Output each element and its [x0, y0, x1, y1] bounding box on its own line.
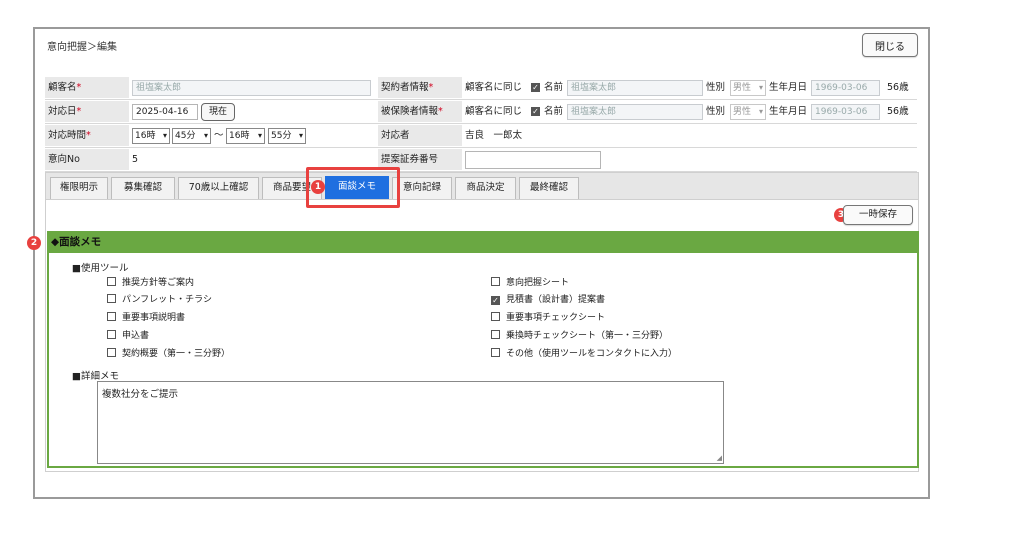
insured-name-input[interactable]: 祖塩案太郎 — [567, 104, 703, 120]
insured-birthdate-label: 生年月日 — [769, 106, 808, 117]
resize-handle-icon[interactable]: ◢ — [717, 454, 722, 462]
contractor-gender-label: 性別 — [706, 82, 726, 93]
tool-option[interactable]: 契約概要（第一・三分野） — [107, 348, 230, 360]
contractor-gender-select[interactable]: 男性 ▾ — [730, 80, 766, 96]
insured-label: 被保険者情報* — [378, 101, 462, 122]
contractor-same-checkbox[interactable]: ✓ — [531, 83, 540, 92]
tool-option[interactable]: 重要事項説明書 — [107, 312, 185, 324]
form-row-1: 顧客名* 祖塩案太郎 契約者情報* 顧客名に同じ ✓ 名前 祖塩案太郎 性別 男… — [45, 77, 917, 100]
insured-gender-label: 性別 — [706, 106, 726, 117]
end-hour-select[interactable]: 16時 ▾ — [226, 128, 265, 144]
contact-date-label: 対応日* — [45, 101, 129, 122]
checkbox[interactable] — [107, 277, 116, 286]
start-minute-select[interactable]: 45分 ▾ — [172, 128, 211, 144]
tool-option[interactable]: 推奨方針等ご案内 — [107, 277, 194, 289]
checkbox[interactable] — [491, 312, 500, 321]
chevron-down-icon: ▾ — [203, 131, 208, 140]
chevron-down-icon: ▾ — [758, 107, 763, 116]
chevron-down-icon: ▾ — [257, 131, 262, 140]
tab-strip: 権限明示 募集確認 70歳以上確認 商品要望 面談メモ 意向記録 商品決定 最終… — [46, 173, 918, 200]
insured-same-label: 顧客名に同じ — [465, 106, 523, 117]
checkbox[interactable] — [107, 312, 116, 321]
customer-name-label: 顧客名* — [45, 77, 129, 98]
checkbox[interactable] — [491, 348, 500, 357]
tab-product-decision[interactable]: 商品決定 — [455, 177, 516, 199]
breadcrumb: 意向把握＞編集 — [47, 42, 117, 53]
tab-authority[interactable]: 権限明示 — [50, 177, 108, 199]
tool-option[interactable]: その他（使用ツールをコンタクトに入力） — [491, 348, 677, 360]
checkbox-checked[interactable]: ✓ — [491, 296, 500, 305]
insured-birthdate-input[interactable]: 1969-03-06 — [811, 104, 880, 120]
tool-option[interactable]: ✓ 見積書（設計書）提案書 — [491, 294, 605, 306]
tab-intent-record[interactable]: 意向記録 — [392, 177, 452, 199]
chevron-down-icon: ▾ — [162, 131, 167, 140]
contractor-name-input[interactable]: 祖塩案太郎 — [567, 80, 703, 96]
chevron-down-icon: ▾ — [758, 83, 763, 92]
insured-gender-select[interactable]: 男性 ▾ — [730, 104, 766, 120]
intent-no-value: 5 — [132, 154, 139, 165]
contact-time-label: 対応時間* — [45, 125, 129, 146]
form-row-4: 意向No 5 提案証券番号 — [45, 149, 917, 172]
temp-save-button[interactable]: 一時保存 — [843, 205, 913, 225]
proposal-no-input[interactable] — [465, 151, 601, 169]
memo-heading: ■詳細メモ — [72, 371, 119, 382]
tool-option[interactable]: パンフレット・チラシ — [107, 294, 212, 306]
contractor-birthdate-label: 生年月日 — [769, 82, 808, 93]
header-form: 顧客名* 祖塩案太郎 契約者情報* 顧客名に同じ ✓ 名前 祖塩案太郎 性別 男… — [45, 77, 919, 172]
insured-age: 56歳 — [887, 106, 909, 117]
section-title: ◆面談メモ — [47, 231, 919, 253]
tool-option[interactable]: 重要事項チェックシート — [491, 312, 605, 324]
chevron-down-icon: ▾ — [298, 131, 303, 140]
tool-option[interactable]: 申込書 — [107, 330, 149, 342]
contractor-age: 56歳 — [887, 82, 909, 93]
form-row-2: 対応日* 2025-04-16 現在 被保険者情報* 顧客名に同じ ✓ 名前 祖… — [45, 101, 917, 124]
contact-date-input[interactable]: 2025-04-16 — [132, 104, 198, 120]
tools-heading: ■使用ツール — [72, 263, 129, 274]
annotation-badge-1: 1 — [311, 180, 325, 194]
handler-label: 対応者 — [378, 125, 462, 146]
customer-name-input[interactable]: 祖塩案太郎 — [132, 80, 371, 96]
checkbox[interactable] — [491, 277, 500, 286]
checkbox[interactable] — [107, 348, 116, 357]
contractor-label: 契約者情報* — [378, 77, 462, 98]
checkbox[interactable] — [491, 330, 500, 339]
form-row-3: 対応時間* 16時 ▾ 45分 ▾ ～ 16時 ▾ 55分 ▾ 対応者 吉良 一郎太 — [45, 125, 917, 148]
insured-name-label: 名前 — [544, 106, 564, 117]
tool-option[interactable]: 乗換時チェックシート（第一・三分野） — [491, 330, 668, 342]
intent-no-label: 意向No — [45, 149, 129, 170]
annotation-badge-2: 2 — [27, 236, 41, 250]
tab-over70[interactable]: 70歳以上確認 — [178, 177, 259, 199]
insured-same-checkbox[interactable]: ✓ — [531, 107, 540, 116]
now-button[interactable]: 現在 — [201, 103, 235, 121]
checkbox[interactable] — [107, 294, 116, 303]
memo-text: 複数社分をご提示 — [102, 389, 179, 400]
tab-recruitment[interactable]: 募集確認 — [111, 177, 175, 199]
start-hour-select[interactable]: 16時 ▾ — [132, 128, 170, 144]
contractor-same-label: 顧客名に同じ — [465, 82, 523, 93]
end-minute-select[interactable]: 55分 ▾ — [268, 128, 306, 144]
handler-value: 吉良 一郎太 — [465, 130, 523, 141]
detail-memo-textarea[interactable]: 複数社分をご提示 ◢ — [97, 381, 724, 464]
contractor-birthdate-input[interactable]: 1969-03-06 — [811, 80, 880, 96]
checkbox[interactable] — [107, 330, 116, 339]
contractor-name-label: 名前 — [544, 82, 564, 93]
tab-final-check[interactable]: 最終確認 — [519, 177, 579, 199]
top-bar: 意向把握＞編集 閉じる — [35, 29, 928, 61]
close-button[interactable]: 閉じる — [862, 33, 918, 57]
time-separator: ～ — [214, 130, 224, 141]
tool-option[interactable]: 意向把握シート — [491, 277, 569, 289]
